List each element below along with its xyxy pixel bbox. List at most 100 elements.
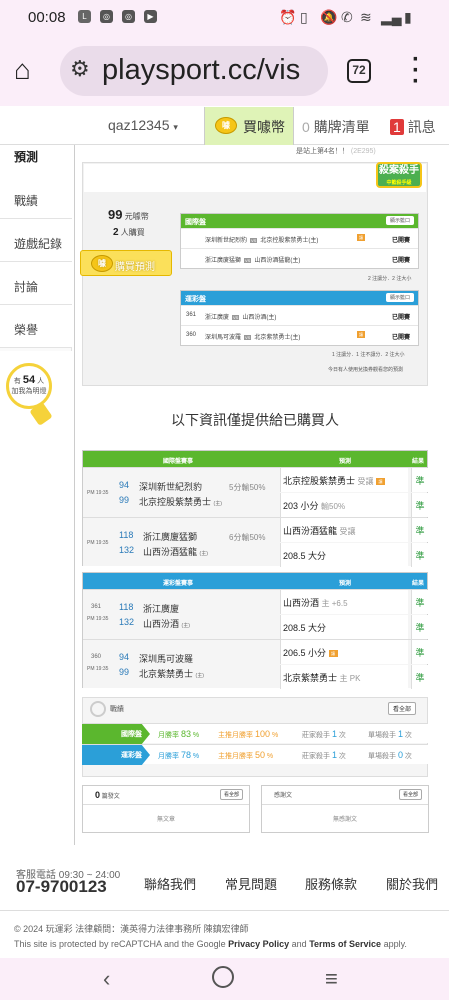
- record-view-all-button[interactable]: 看全部: [388, 702, 417, 715]
- pct: %: [192, 753, 200, 760]
- phone-number[interactable]: 07-9700123: [16, 877, 107, 897]
- cart-count: 0: [302, 119, 310, 135]
- team-b: 山西汾酒猛龍(主): [254, 258, 301, 264]
- posts-header: 0 篇發文: [95, 790, 120, 800]
- col-prediction: 預測: [339, 459, 352, 465]
- team-name-home: 山西汾酒 (主): [143, 617, 190, 630]
- terms-link[interactable]: 服務條款: [305, 874, 357, 893]
- pct: %: [271, 732, 279, 739]
- local-block-header: 運彩盤 顯示籃口: [181, 291, 418, 305]
- price-unit: 元噱幣: [124, 212, 149, 221]
- pick-text: 208.5 大分: [283, 623, 327, 633]
- cart-label: 購牌清單: [313, 119, 370, 135]
- rate-value: 83: [180, 729, 191, 739]
- badge-sub: 中籃殺手級: [386, 180, 412, 186]
- and-text: and: [289, 939, 310, 949]
- faq-link[interactable]: 常見問題: [225, 874, 277, 893]
- home-nav-icon[interactable]: [212, 966, 234, 988]
- sidebar-item-discussion[interactable]: 討論: [0, 262, 72, 305]
- team-number: 94: [119, 480, 130, 490]
- record-tag: 國際盤: [82, 724, 150, 744]
- intl-show-button[interactable]: 顯示籃口: [385, 216, 414, 225]
- odds-text: 5分輸50%: [229, 483, 266, 492]
- local-block-title: 運彩盤: [185, 296, 206, 303]
- pct: %: [266, 753, 274, 760]
- mute-icon: 🔕: [320, 9, 338, 25]
- intl-row-teams: 深圳新世紀烈豹 VS 北京控股紫禁勇士(主): [205, 235, 318, 244]
- sidebar-item-game-history[interactable]: 遊戲紀錄: [0, 219, 72, 262]
- user-menu[interactable]: qaz12345 ▾: [108, 117, 178, 133]
- chevron-down-icon: ▾: [173, 122, 178, 132]
- match-time: PM 19:35: [87, 490, 109, 496]
- posts-empty: 無文章: [156, 817, 175, 823]
- vs-label: VS: [244, 257, 252, 263]
- team-number: 99: [119, 495, 130, 505]
- pick-sub: 主 +6.5: [321, 599, 348, 608]
- team-name: 北京控股紫禁勇士: [139, 497, 212, 507]
- tab-switcher-button[interactable]: 72: [347, 59, 371, 83]
- recents-icon[interactable]: ≡: [325, 966, 338, 992]
- pick-text: 208.5 大分: [283, 551, 327, 561]
- team-number: 132: [119, 545, 135, 555]
- rank-suffix: (2E295): [350, 148, 376, 155]
- recaptcha-text: This site is protected by reCAPTCHA and …: [14, 939, 229, 949]
- home-icon[interactable]: ⌂: [14, 54, 31, 86]
- col-result: 結果: [412, 581, 425, 587]
- about-link[interactable]: 關於我們: [386, 874, 438, 893]
- buy-prediction-button[interactable]: 噱 購買預測: [80, 250, 172, 276]
- buy-coins-button[interactable]: 噱 買噱幣: [204, 107, 294, 145]
- single-value: 0: [397, 750, 403, 760]
- thanks-view-all-button[interactable]: 看全部: [398, 789, 422, 800]
- url-text[interactable]: playsport.cc/vis: [102, 54, 326, 87]
- team-a: 浙江廣廈: [205, 315, 230, 321]
- col-event: 國際盤賽事: [163, 459, 194, 465]
- rate-label: 月勝率: [158, 753, 179, 760]
- follow-lamp-button[interactable]: 有 54 人 加我為明燈: [6, 363, 52, 409]
- posts-view-all-button[interactable]: 看全部: [219, 789, 243, 800]
- buy-prediction-label: 購買預測: [115, 262, 155, 273]
- main-rate: 主推月勝率 100 %: [218, 729, 278, 740]
- result-mark: 準: [411, 615, 428, 639]
- bookie-killer: 莊家殺手 1 次: [302, 750, 346, 761]
- local-block-footer: 1 注讓分．1 注不讓分．2 注大小: [332, 352, 405, 358]
- pick-text: 北京紫禁勇士: [283, 673, 338, 683]
- sidebar-item-record[interactable]: 戰績: [0, 176, 72, 219]
- local-show-button[interactable]: 顯示籃口: [385, 293, 414, 302]
- tos-link[interactable]: Terms of Service: [309, 939, 381, 949]
- buyers-only-notice: 以下資訊僅提供給已購買人: [171, 412, 339, 428]
- contact-link[interactable]: 聯絡我們: [144, 874, 196, 893]
- copyright: © 2024 玩運彩 法律顧問：漢英得力法律事務所 陳鎮宏律師: [14, 924, 249, 934]
- single-killer: 單場殺手 1 次: [368, 729, 412, 740]
- sidebar-item-predictions[interactable]: 預測: [0, 145, 72, 175]
- sidebar-item-honor[interactable]: 榮譽: [0, 305, 72, 348]
- username: qaz12345: [108, 117, 170, 133]
- messages-link[interactable]: 1 訊息: [390, 117, 436, 137]
- pick-sub: 主 PK: [339, 674, 361, 683]
- game-code: 360: [186, 332, 197, 338]
- col-result: 結果: [412, 459, 425, 465]
- match-time: PM 19:35: [87, 616, 109, 622]
- target-icon: [90, 701, 106, 717]
- monthly-rate: 月勝率 83 %: [158, 729, 199, 740]
- purchase-list-link[interactable]: 0 購牌清單: [302, 117, 370, 137]
- unit: 次: [404, 732, 412, 739]
- privacy-link[interactable]: Privacy Policy: [228, 939, 289, 949]
- intl-match-table: 國際盤賽事 預測 結果 PM 19:35 94 深圳新世紀烈豹 99 北京控股紫…: [82, 450, 428, 567]
- site-settings-icon[interactable]: ⚙: [70, 56, 90, 82]
- table-row: PM 19:35 94 深圳新世紀烈豹 99 北京控股紫禁勇士 (主) 5分輸5…: [83, 467, 428, 517]
- exchange-note: 今日有人使用兌換券觀看您的預測: [328, 367, 404, 373]
- team-name: 浙江廣廈猛獅: [143, 532, 198, 542]
- vs-label: VS: [232, 314, 240, 320]
- rank-line: 是站上第4名！！ (2E295): [296, 146, 376, 156]
- result-mark: 準: [411, 590, 428, 614]
- team-name: 浙江廣廈: [143, 604, 180, 614]
- monthly-rate: 月勝率 78 %: [158, 750, 199, 761]
- back-icon[interactable]: ‹: [103, 966, 110, 992]
- overflow-menu-icon[interactable]: · · ·: [412, 48, 420, 94]
- killer-value: 1: [331, 750, 337, 760]
- coin-icon: 噱: [215, 117, 237, 134]
- lock-badge: 讓: [376, 478, 386, 486]
- divider: [262, 804, 428, 805]
- pick-cell: 山西汾酒猛龍 受讓: [280, 518, 408, 542]
- instagram-icon: ◎: [100, 10, 113, 23]
